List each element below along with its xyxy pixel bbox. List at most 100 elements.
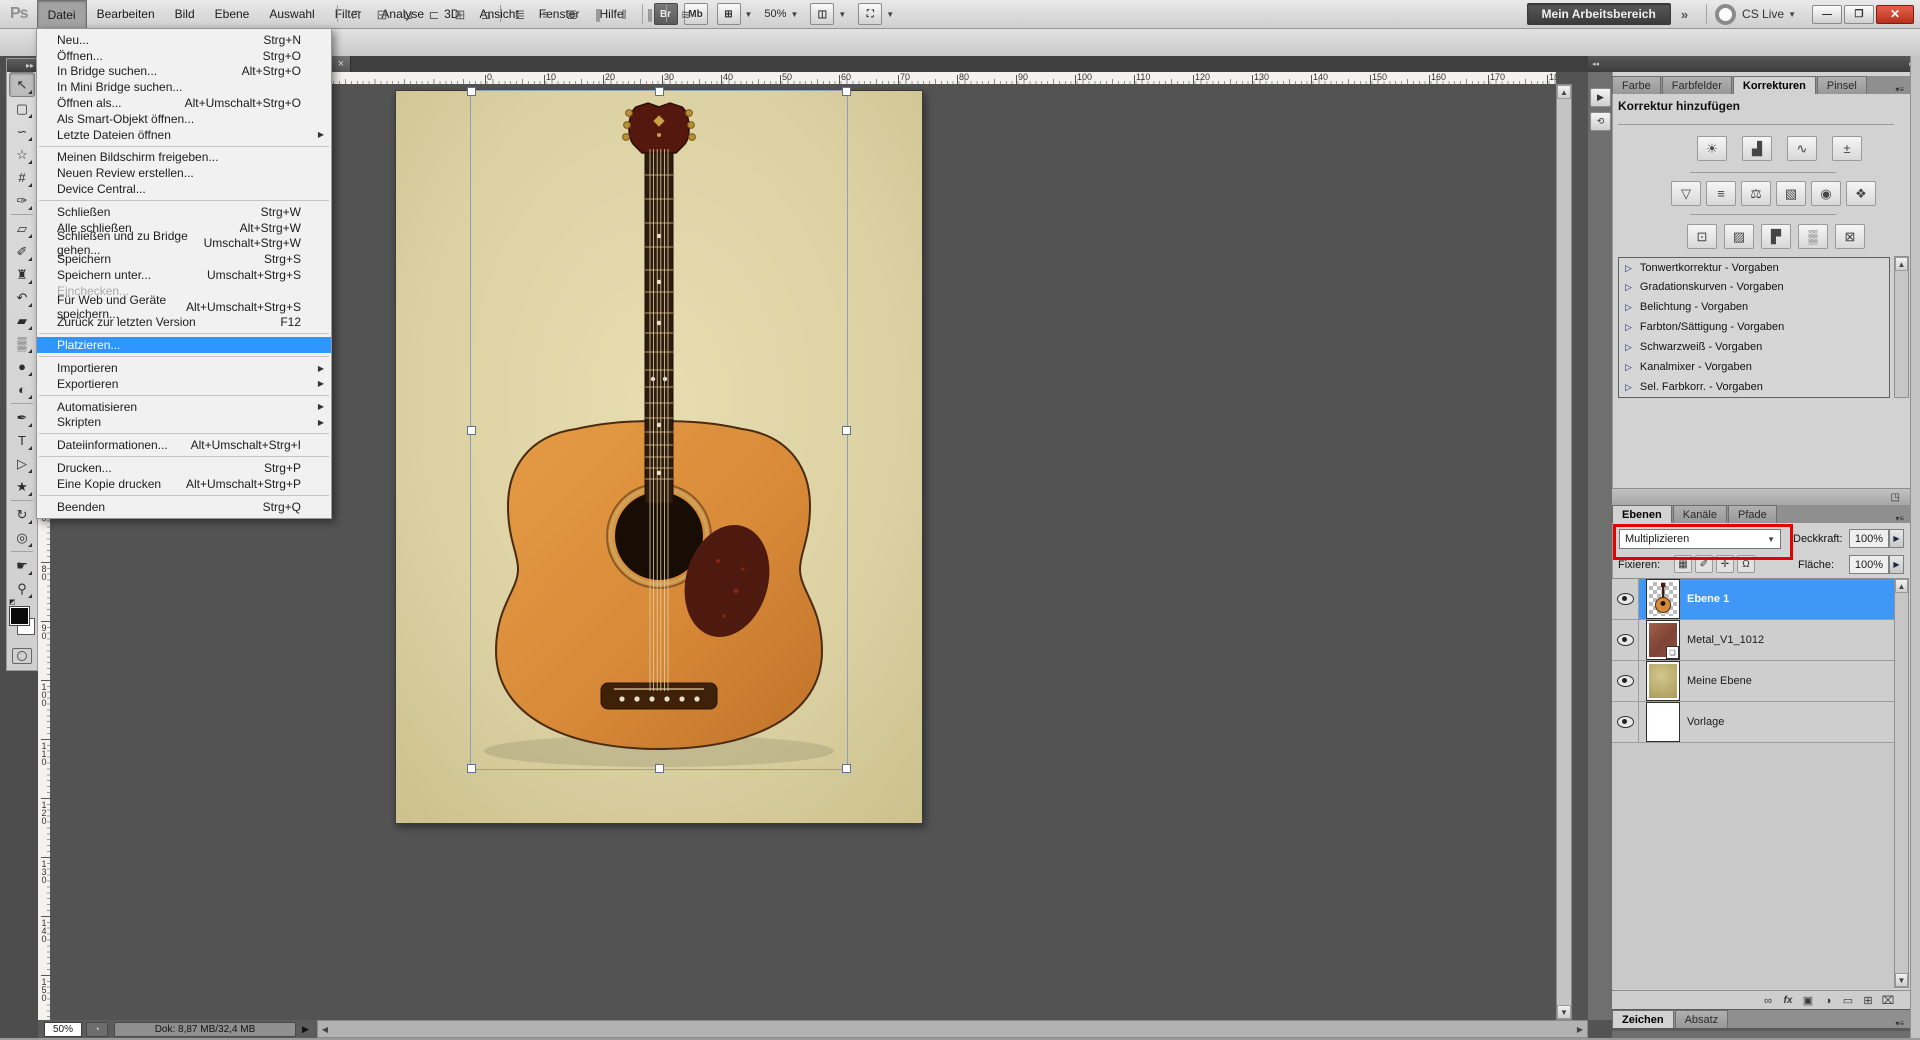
expand-dock-icon[interactable]: ◂◂ <box>1592 60 1599 68</box>
menu-ebene[interactable]: Ebene <box>205 0 260 28</box>
distribute-bottom-edges[interactable]: ≣ <box>560 4 584 25</box>
menu-bearbeiten[interactable]: Bearbeiten <box>87 0 165 28</box>
transform-handle[interactable] <box>655 87 664 96</box>
type-tool[interactable]: T <box>10 429 34 452</box>
tab-farbe[interactable]: Farbe <box>1612 76 1661 94</box>
new-group-icon[interactable]: ▭ <box>1838 994 1858 1007</box>
hue-saturation-icon[interactable]: ≡ <box>1706 181 1736 206</box>
eye-icon[interactable] <box>1617 593 1634 605</box>
restore-button[interactable]: ❐ <box>1844 5 1874 24</box>
close-tab-icon[interactable]: × <box>332 57 350 71</box>
layer-thumbnail[interactable] <box>1647 703 1679 741</box>
scroll-down-icon[interactable]: ▼ <box>1557 1005 1571 1019</box>
menu-datei[interactable]: Datei <box>37 0 87 28</box>
layers-scrollbar[interactable]: ▲ ▼ <box>1894 578 1909 988</box>
layer-thumbnail[interactable] <box>1647 662 1679 700</box>
align-horizontal-centers[interactable]: ⊞ <box>448 4 472 25</box>
expand-triangle-icon[interactable]: ▷ <box>1619 342 1640 353</box>
distribute-right-edges[interactable]: ∥ <box>638 4 662 25</box>
file-menu-item[interactable]: Öffnen...Strg+O <box>37 48 331 64</box>
expand-triangle-icon[interactable]: ▷ <box>1619 263 1640 274</box>
fill-value[interactable]: 100% <box>1849 555 1889 574</box>
align-vertical-centers[interactable]: ⊟ <box>370 4 394 25</box>
orbit-3d-tool[interactable]: ◎ <box>10 526 34 549</box>
channel-mixer-icon[interactable]: ❖ <box>1846 181 1876 206</box>
adjustment-layer-icon[interactable]: ◑ <box>1818 995 1838 1007</box>
history-panel-icon[interactable]: ⟲ <box>1590 112 1611 131</box>
preset-group-row[interactable]: ▷Belichtung - Vorgaben <box>1618 297 1890 318</box>
transform-handle[interactable] <box>467 764 476 773</box>
file-menu-item[interactable]: Speichern unter...Umschalt+Strg+S <box>37 267 331 283</box>
distribute-left-edges[interactable]: ∥ <box>586 4 610 25</box>
foreground-color-swatch[interactable] <box>10 607 29 625</box>
posterize-icon[interactable]: ▨ <box>1724 224 1754 249</box>
horizontal-scrollbar[interactable]: ◀ ▶ <box>317 1020 1588 1038</box>
eye-icon[interactable] <box>1617 634 1634 646</box>
new-layer-icon[interactable]: ⊞ <box>1858 994 1878 1007</box>
transform-handle[interactable] <box>467 87 476 96</box>
close-button[interactable]: ✕ <box>1876 5 1914 24</box>
tab-korrekturen[interactable]: Korrekturen <box>1733 76 1816 94</box>
scroll-up-icon[interactable]: ▲ <box>1895 579 1908 593</box>
layer-style-icon[interactable]: fx <box>1778 995 1798 1006</box>
arrange-documents-button[interactable]: ◫▼ <box>810 3 846 25</box>
file-menu-item[interactable]: Meinen Bildschirm freigeben... <box>37 150 331 166</box>
status-flyout-button[interactable]: ◔ <box>86 1022 108 1037</box>
preset-group-row[interactable]: ▷Sel. Farbkorr. - Vorgaben <box>1618 377 1890 398</box>
preset-group-row[interactable]: ▷Schwarzweiß - Vorgaben <box>1618 337 1890 358</box>
fill-slider-icon[interactable]: ▶ <box>1889 555 1904 574</box>
path-selection-tool[interactable]: ▷ <box>10 452 34 475</box>
selective-color-icon[interactable]: ⊠ <box>1835 224 1865 249</box>
layer-thumbnail[interactable] <box>1647 580 1679 618</box>
align-left-edges[interactable]: ⊏ <box>422 4 446 25</box>
status-menu-arrow-icon[interactable]: ▶ <box>302 1024 309 1035</box>
panel-menu-icon[interactable]: ▾≡ <box>1889 514 1910 523</box>
distribute-horizontal-centers[interactable]: ‖ <box>612 4 636 25</box>
auto-align-layers[interactable]: ≋ <box>674 4 698 25</box>
file-menu-item[interactable]: Automatisieren▶ <box>37 399 331 415</box>
file-menu-item[interactable]: Importieren▶ <box>37 360 331 376</box>
crop-tool[interactable]: # <box>10 166 34 189</box>
visibility-cell[interactable] <box>1612 702 1639 742</box>
vertical-scrollbar[interactable]: ▲ ▼ <box>1556 84 1572 1020</box>
gradient-map-icon[interactable]: ▒ <box>1798 224 1828 249</box>
dodge-tool[interactable]: ◐ <box>10 378 34 401</box>
black-white-icon[interactable]: ▧ <box>1776 181 1806 206</box>
layer-mask-icon[interactable]: ▣ <box>1798 994 1818 1007</box>
file-menu-item[interactable]: Eine Kopie druckenAlt+Umschalt+Strg+P <box>37 476 331 492</box>
file-menu-item[interactable]: Exportieren▶ <box>37 376 331 392</box>
transform-handle[interactable] <box>467 426 476 435</box>
clone-stamp-tool[interactable]: ♜ <box>10 263 34 286</box>
brightness-contrast-icon[interactable]: ☀ <box>1697 136 1727 161</box>
file-menu-item[interactable]: Dateiinformationen...Alt+Umschalt+Strg+I <box>37 437 331 453</box>
marquee-tool[interactable]: ▢ <box>10 97 34 120</box>
eye-icon[interactable] <box>1617 716 1634 728</box>
presets-scrollbar[interactable]: ▲ <box>1894 256 1909 398</box>
visibility-cell[interactable] <box>1612 661 1639 701</box>
distribute-top-edges[interactable]: ≣ <box>508 4 532 25</box>
expand-triangle-icon[interactable]: ▷ <box>1619 302 1640 313</box>
tab-zeichen[interactable]: Zeichen <box>1612 1010 1674 1028</box>
toolbox-collapse-button[interactable]: ▸▸ <box>7 59 37 72</box>
file-menu-item[interactable]: In Mini Bridge suchen... <box>37 79 331 95</box>
preset-group-row[interactable]: ▷Tonwertkorrektur - Vorgaben <box>1618 257 1890 279</box>
file-menu-item[interactable]: Drucken...Strg+P <box>37 460 331 476</box>
dock-header[interactable]: ◂◂ ▸▸ <box>1588 56 1920 72</box>
file-menu-item[interactable]: Neu...Strg+N <box>37 32 331 48</box>
view-extras-button[interactable]: ⊞▼ <box>717 3 753 25</box>
file-menu-item[interactable]: SpeichernStrg+S <box>37 251 331 267</box>
layer-row[interactable]: ❏Metal_V1_1012 <box>1612 620 1894 661</box>
panel-menu-icon[interactable]: ▾≡ <box>1889 1019 1910 1028</box>
quick-mask-button[interactable] <box>12 648 32 664</box>
panel-menu-icon[interactable]: ▾≡ <box>1889 85 1910 94</box>
preset-group-row[interactable]: ▷Kanalmixer - Vorgaben <box>1618 357 1890 378</box>
file-menu-item[interactable]: Platzieren... <box>37 337 331 353</box>
quick-selection-tool[interactable]: ☆ <box>10 143 34 166</box>
eraser-tool[interactable]: ▰ <box>10 309 34 332</box>
screen-mode-button[interactable]: ⛶▼ <box>858 3 894 25</box>
eyedropper-tool[interactable]: ✑ <box>10 189 34 212</box>
transform-handle[interactable] <box>842 426 851 435</box>
layer-thumbnail[interactable]: ❏ <box>1647 621 1679 659</box>
scroll-right-icon[interactable]: ▶ <box>1573 1025 1587 1034</box>
brush-tool[interactable]: ✐ <box>10 240 34 263</box>
